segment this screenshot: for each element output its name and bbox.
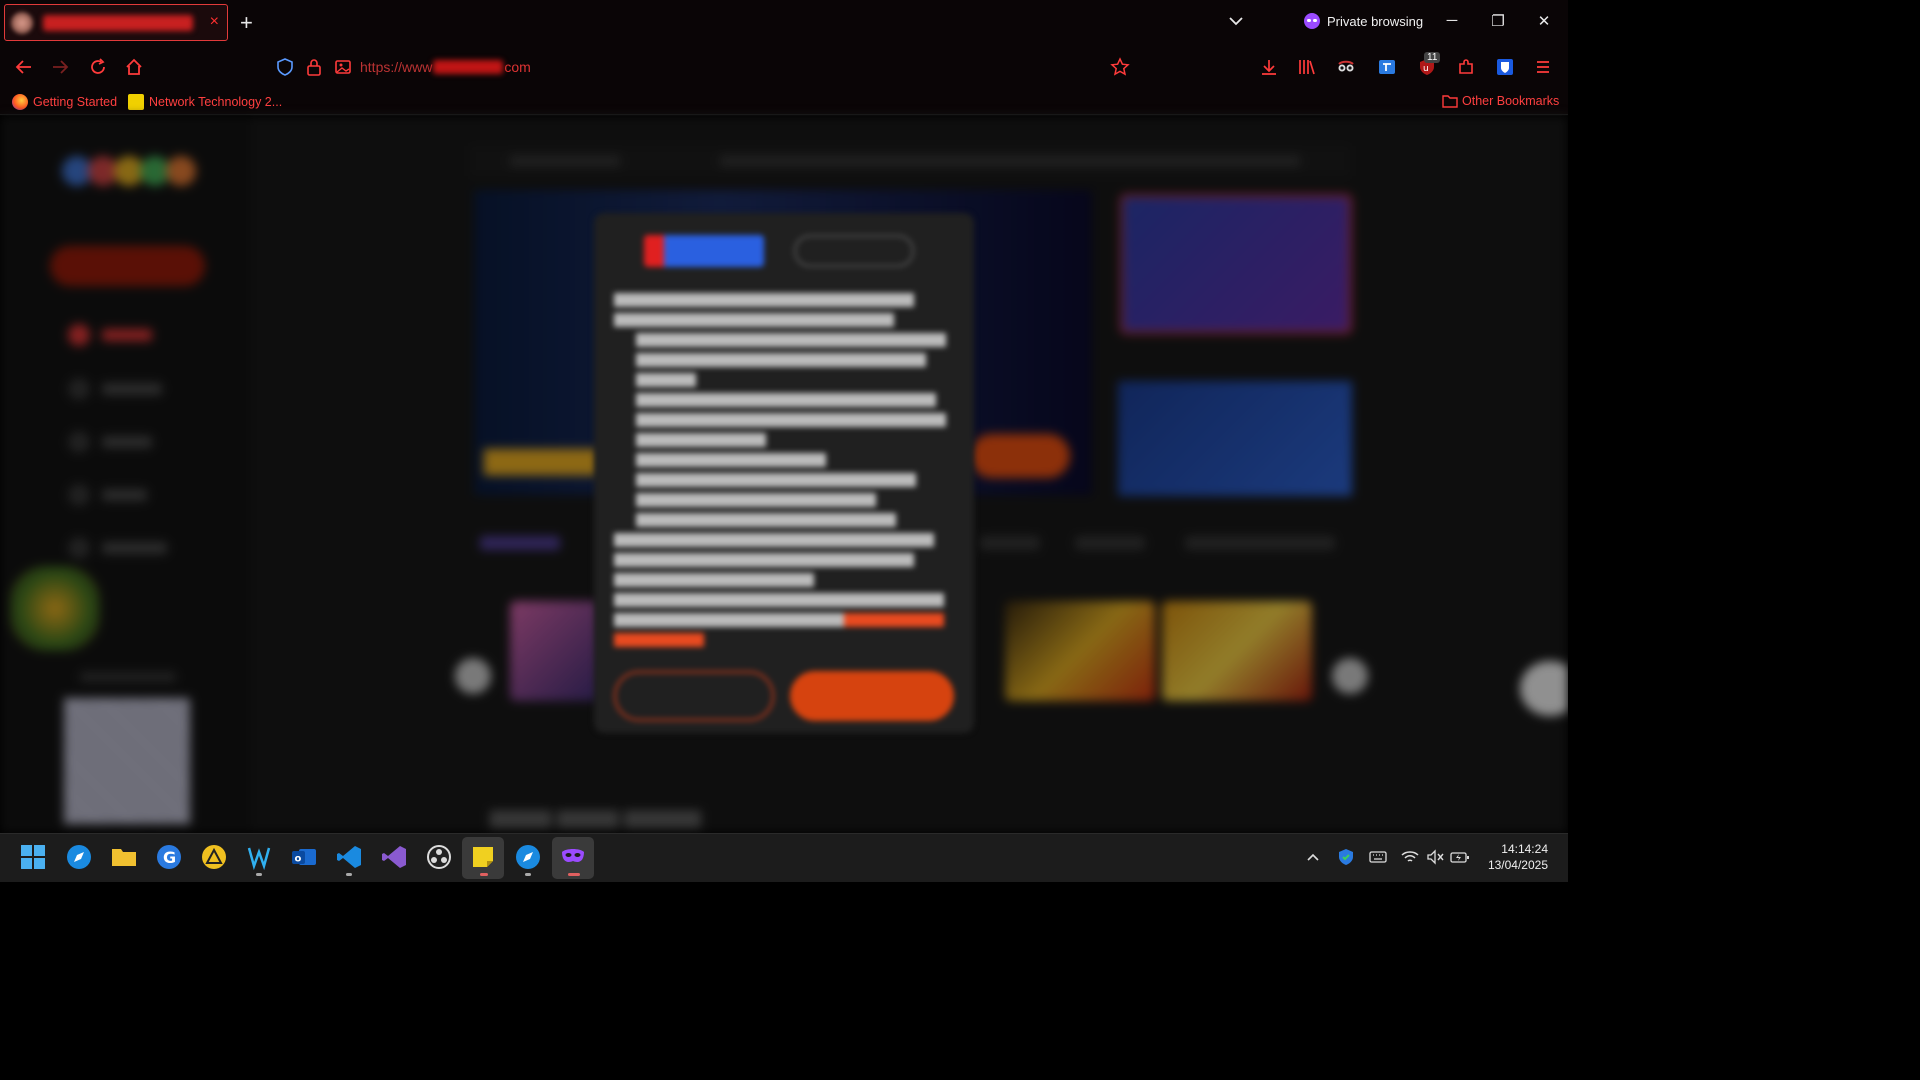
tab-close-button[interactable]: × bbox=[210, 13, 219, 31]
responsible-gaming-logo bbox=[794, 235, 914, 267]
redacted-text bbox=[636, 453, 826, 467]
running-indicator bbox=[256, 873, 262, 876]
list-all-tabs-chevron-down-icon[interactable] bbox=[1227, 12, 1245, 30]
lock-icon[interactable] bbox=[304, 57, 324, 77]
firefox-private-mask-icon[interactable] bbox=[560, 844, 586, 870]
sticky-notes-icon[interactable] bbox=[470, 844, 496, 870]
new-tab-button[interactable]: + bbox=[240, 10, 253, 36]
modal-logos bbox=[644, 235, 914, 267]
code-editor-vs-icon[interactable] bbox=[246, 844, 272, 870]
navigation-toolbar bbox=[0, 45, 1568, 89]
tracking-protection-shield-icon[interactable] bbox=[275, 57, 295, 77]
bookmark-label: Network Technology 2... bbox=[149, 95, 283, 109]
browser-tab-active[interactable]: × bbox=[4, 4, 228, 41]
window-close-button[interactable]: ✕ bbox=[1534, 12, 1554, 30]
windows-taskbar bbox=[0, 833, 1568, 882]
bookmark-network-technology[interactable]: Network Technology 2... bbox=[128, 94, 282, 110]
firefox-logo-icon bbox=[12, 94, 28, 110]
private-browsing-indicator: Private browsing bbox=[1304, 13, 1423, 29]
clock-date: 13/04/2025 bbox=[1487, 858, 1548, 872]
extension-bitwarden-icon[interactable] bbox=[1495, 57, 1515, 77]
downloads-icon[interactable] bbox=[1259, 57, 1279, 77]
terms-privacy-link[interactable] bbox=[614, 613, 944, 627]
url-tld: com bbox=[504, 59, 531, 75]
extension-translate-icon[interactable] bbox=[1377, 57, 1397, 77]
vscode-icon[interactable] bbox=[336, 844, 362, 870]
folder-icon bbox=[1442, 95, 1458, 108]
visual-studio-icon[interactable] bbox=[381, 844, 407, 870]
other-bookmarks-label: Other Bookmarks bbox=[1462, 94, 1560, 108]
running-indicator bbox=[346, 873, 352, 876]
extensions-puzzle-icon[interactable] bbox=[1456, 57, 1476, 77]
redacted-text bbox=[636, 513, 896, 527]
browser-compass-icon[interactable] bbox=[66, 844, 92, 870]
taskbar-clock[interactable]: 14:14:24 13/04/2025 bbox=[1484, 841, 1548, 873]
battery-charging-icon[interactable] bbox=[1450, 849, 1470, 865]
tab-title-redacted bbox=[43, 14, 193, 31]
redacted-text bbox=[614, 553, 914, 567]
wifi-icon[interactable] bbox=[1401, 849, 1419, 865]
url-domain-redacted bbox=[433, 60, 504, 74]
redacted-text bbox=[636, 473, 916, 487]
extension-glasses-icon[interactable] bbox=[1336, 57, 1356, 77]
private-mask-icon bbox=[1304, 13, 1320, 29]
bookmark-site-favicon-icon bbox=[128, 94, 144, 110]
browser-compass-icon[interactable] bbox=[515, 844, 541, 870]
bookmark-label: Getting Started bbox=[33, 95, 118, 109]
forward-arrow-icon[interactable] bbox=[50, 57, 70, 77]
redacted-text bbox=[636, 433, 766, 447]
redacted-text bbox=[636, 333, 946, 347]
redacted-text bbox=[614, 293, 914, 307]
running-indicator bbox=[568, 873, 580, 876]
library-icon[interactable] bbox=[1297, 57, 1317, 77]
window-minimize-button[interactable]: ─ bbox=[1442, 12, 1462, 29]
outlook-icon[interactable]: o bbox=[291, 844, 317, 870]
image-permission-icon[interactable] bbox=[333, 57, 353, 77]
window-restore-button[interactable]: ❐ bbox=[1488, 12, 1508, 30]
tab-favicon-icon bbox=[11, 11, 33, 34]
bookmark-star-icon[interactable] bbox=[1110, 57, 1130, 77]
age-restriction-modal bbox=[594, 213, 974, 733]
app-menu-hamburger-icon[interactable] bbox=[1533, 57, 1553, 77]
redacted-text bbox=[636, 393, 936, 407]
running-indicator bbox=[480, 873, 488, 876]
keyboard-icon[interactable] bbox=[1369, 850, 1387, 864]
accept-button[interactable] bbox=[790, 671, 954, 721]
redacted-text bbox=[636, 493, 876, 507]
redacted-text bbox=[614, 573, 814, 587]
file-explorer-folder-icon[interactable] bbox=[111, 844, 137, 870]
url-scheme: https://www bbox=[360, 59, 433, 75]
svg-text:G: G bbox=[163, 848, 176, 867]
redacted-text bbox=[614, 313, 894, 327]
obs-studio-icon[interactable] bbox=[426, 844, 452, 870]
exit-button[interactable] bbox=[614, 671, 774, 721]
redacted-text bbox=[614, 533, 934, 547]
windows-start-icon[interactable] bbox=[20, 844, 46, 870]
windows-security-shield-icon[interactable] bbox=[1337, 848, 1355, 866]
google-g-icon[interactable]: G bbox=[156, 844, 182, 870]
extension-badge-count: 11 bbox=[1424, 52, 1441, 63]
show-hidden-icons-chevron-up-icon[interactable] bbox=[1305, 850, 1321, 864]
back-arrow-icon[interactable] bbox=[14, 57, 34, 77]
clock-time: 14:14:24 bbox=[1501, 842, 1548, 856]
redacted-text bbox=[636, 413, 946, 427]
running-indicator bbox=[525, 873, 531, 876]
reload-icon[interactable] bbox=[88, 57, 108, 77]
bookmark-getting-started[interactable]: Getting Started bbox=[12, 94, 117, 110]
redacted-text bbox=[636, 353, 926, 367]
svg-text:o: o bbox=[295, 854, 302, 865]
other-bookmarks-folder[interactable]: Other Bookmarks bbox=[1442, 94, 1559, 108]
private-browsing-label: Private browsing bbox=[1327, 13, 1424, 29]
redacted-text bbox=[636, 373, 696, 387]
redacted-text bbox=[614, 633, 704, 647]
app-triangle-icon[interactable] bbox=[201, 844, 227, 870]
redacted-text bbox=[614, 593, 944, 607]
modal-disclaimer-text-blurred bbox=[614, 289, 954, 653]
address-bar[interactable]: https://www com bbox=[360, 59, 531, 75]
regulator-logo bbox=[644, 235, 764, 267]
svg-text:u: u bbox=[1423, 64, 1429, 74]
home-icon[interactable] bbox=[124, 57, 144, 77]
volume-muted-icon[interactable] bbox=[1426, 849, 1444, 865]
